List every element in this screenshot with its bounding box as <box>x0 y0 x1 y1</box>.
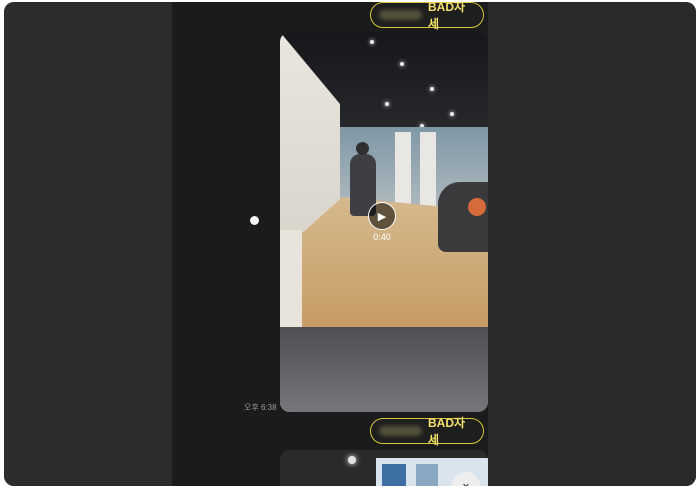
right-panel <box>488 2 696 486</box>
message-time: 오후 6:38 <box>244 403 277 412</box>
video-floor <box>280 327 488 412</box>
blurred-name <box>379 426 422 436</box>
left-panel <box>4 2 172 486</box>
unread-dot-icon <box>250 216 259 225</box>
video-message[interactable]: ▶ 0:40 <box>280 32 488 412</box>
video-duration: 0:40 <box>373 232 391 242</box>
play-icon[interactable]: ▶ <box>368 202 396 230</box>
chat-area[interactable]: BAD자세 ▶ 0:40 오후 6:38 BAD자세 ⌄ <box>172 2 488 486</box>
ball-return-machine <box>438 182 488 252</box>
app-window: BAD자세 ▶ 0:40 오후 6:38 BAD자세 ⌄ <box>4 2 696 486</box>
sender-tag-label: BAD자세 <box>428 2 466 31</box>
sender-tag: BAD자세 <box>370 416 484 447</box>
blurred-name <box>379 10 422 20</box>
sender-tag: BAD자세 <box>370 2 484 31</box>
sender-tag-label: BAD자세 <box>428 416 466 447</box>
